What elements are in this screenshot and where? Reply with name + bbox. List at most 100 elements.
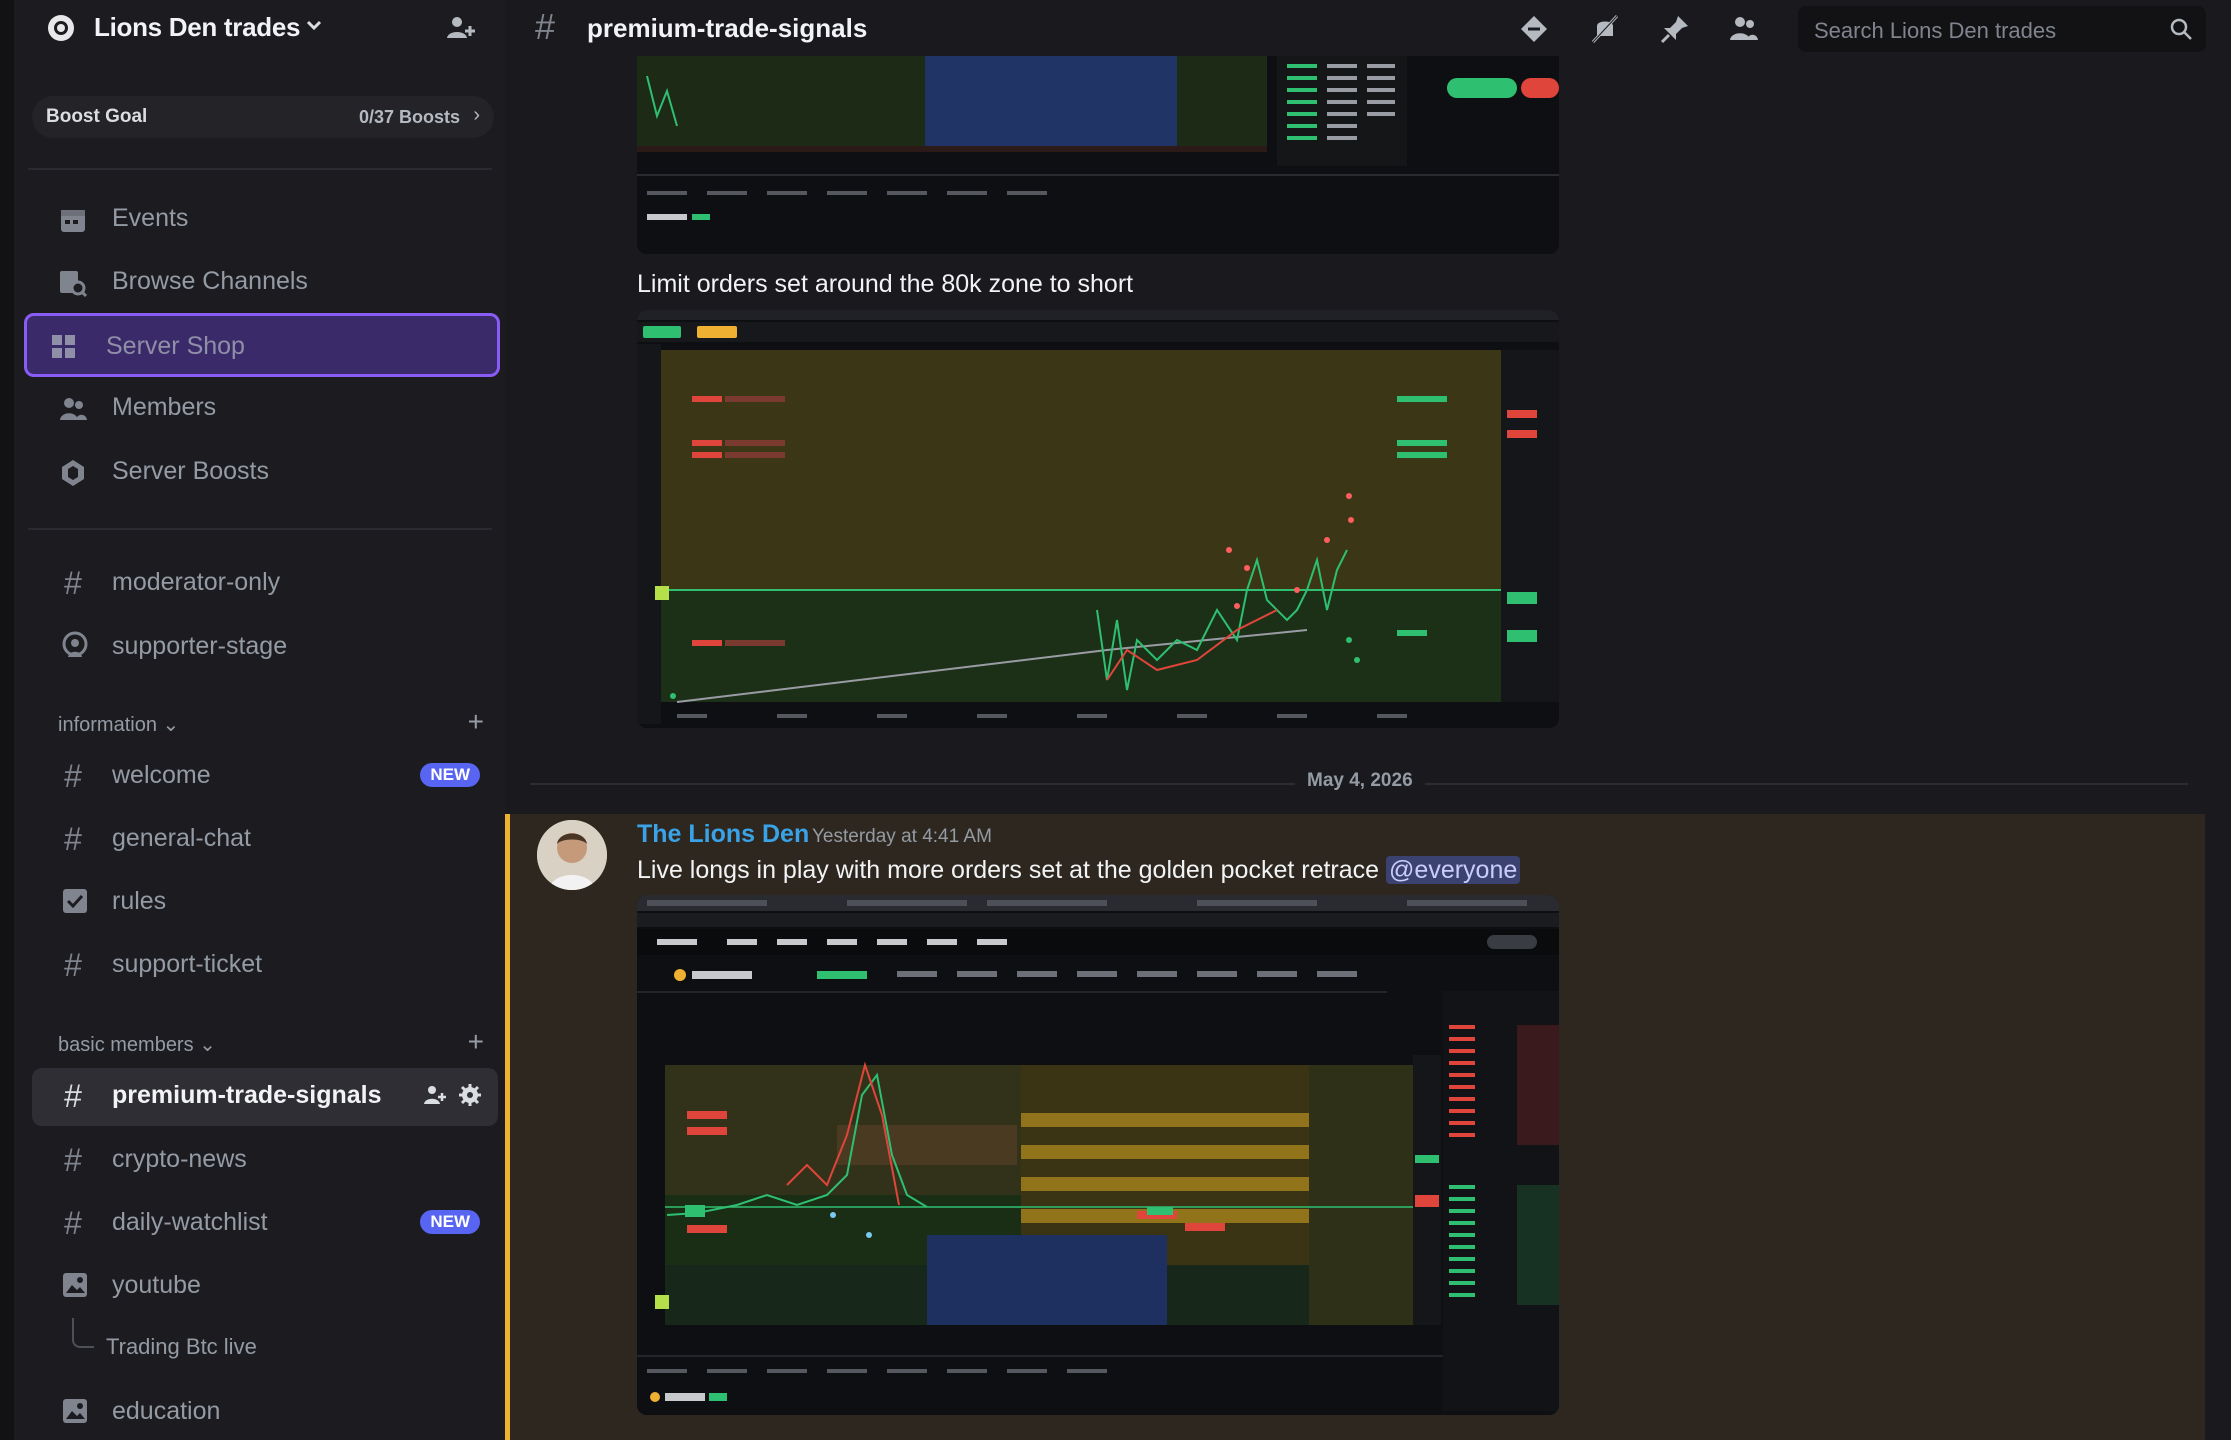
mute-bell-icon[interactable] <box>1588 12 1622 46</box>
add-channel-icon[interactable]: + <box>468 706 484 738</box>
channel-label: general-chat <box>112 824 251 852</box>
search-placeholder: Search Lions Den trades <box>1814 18 2057 43</box>
media-channel-icon <box>63 1399 87 1423</box>
hash-icon: # <box>64 947 82 983</box>
nav-label: Members <box>112 393 217 421</box>
thread-trading-btc-live[interactable]: Trading Btc live <box>32 1318 498 1372</box>
message-text: Live longs in play with more orders set … <box>637 856 1521 885</box>
server-name[interactable]: Lions Den trades <box>94 12 300 43</box>
category-label: information ⌄ <box>58 714 180 736</box>
category-label: basic members ⌄ <box>58 1034 216 1056</box>
channel-general-chat[interactable]: # general-chat <box>32 811 498 865</box>
channel-label: support-ticket <box>112 950 263 978</box>
channel-welcome[interactable]: # welcome NEW <box>32 748 498 802</box>
everyone-mention[interactable]: @everyone <box>1386 856 1521 884</box>
nav-members[interactable]: Members <box>32 380 498 436</box>
server-header[interactable]: Lions Den trades <box>14 0 505 56</box>
chart-screenshot-attachment[interactable] <box>637 310 1559 728</box>
channel-rules[interactable]: rules <box>32 874 498 928</box>
new-badge: NEW <box>420 763 480 787</box>
shop-icon <box>52 335 75 358</box>
locked-channel-icon: # <box>64 565 82 601</box>
channel-label: welcome <box>112 761 211 789</box>
chevron-down-icon[interactable] <box>304 14 324 36</box>
avatar-image <box>537 820 607 890</box>
hash-icon: # <box>64 1078 82 1114</box>
channel-label: crypto-news <box>112 1145 247 1173</box>
nav-label: Events <box>112 204 189 232</box>
date-divider-label: May 4, 2026 <box>1295 770 1425 792</box>
boost-count: 0/37 Boosts <box>358 107 460 127</box>
thread-branch <box>72 1318 94 1348</box>
divider <box>28 528 492 530</box>
category-basic-members[interactable]: basic members ⌄ + <box>40 1026 492 1058</box>
search-icon <box>2170 18 2192 40</box>
channel-label: daily-watchlist <box>112 1208 268 1236</box>
chart-screenshot-image <box>637 56 1559 254</box>
server-icon <box>48 15 74 41</box>
chart-screenshot-attachment[interactable] <box>637 895 1559 1415</box>
rules-icon <box>63 889 87 913</box>
hash-icon: # <box>535 6 556 47</box>
settings-gear-icon[interactable] <box>458 1083 482 1107</box>
calendar-icon <box>61 210 85 232</box>
channel-label: premium-trade-signals <box>112 1081 382 1109</box>
channel-premium-trade-signals[interactable]: # premium-trade-signals <box>32 1068 498 1126</box>
message-timestamp: Yesterday at 4:41 AM <box>812 826 992 847</box>
channel-moderator-only[interactable]: # moderator-only <box>32 555 498 609</box>
chart-screenshot-image <box>637 310 1559 728</box>
nav-label: Browse Channels <box>112 267 308 295</box>
channel-label: moderator-only <box>112 568 281 596</box>
chevron-right-icon: › <box>473 104 480 126</box>
channel-label: rules <box>112 887 167 915</box>
category-information[interactable]: information ⌄ + <box>40 706 492 738</box>
hash-icon: # <box>64 1142 82 1178</box>
nav-label: Server Boosts <box>112 457 270 485</box>
message-area: Limit orders set around the 80k zone to … <box>505 56 2231 1440</box>
channel-supporter-stage[interactable]: supporter-stage <box>32 619 498 673</box>
nav-browse-channels[interactable]: Browse Channels <box>32 254 498 310</box>
invite-icon[interactable] <box>422 1083 446 1107</box>
chart-screenshot-attachment[interactable] <box>637 56 1559 254</box>
boost-icon <box>62 460 84 486</box>
channel-education[interactable]: education <box>32 1384 498 1438</box>
threads-icon[interactable] <box>1517 12 1551 46</box>
channel-youtube[interactable]: youtube <box>32 1258 498 1312</box>
channel-label: supporter-stage <box>112 632 288 660</box>
pin-icon[interactable] <box>1658 12 1692 46</box>
thread-label: Trading Btc live <box>106 1334 257 1359</box>
avatar[interactable] <box>537 820 607 890</box>
channel-label: education <box>112 1397 221 1425</box>
sidebar-panel: Lions Den trades Boost Goal 0/37 Boosts … <box>14 0 505 1440</box>
boost-goal-label: Boost Goal <box>46 106 148 127</box>
nav-events[interactable]: Events <box>32 191 498 247</box>
channel-actions <box>422 1083 482 1107</box>
chart-screenshot-image <box>637 895 1559 1415</box>
members-icon <box>60 398 87 420</box>
search-input[interactable]: Search Lions Den trades <box>1798 6 2206 52</box>
add-channel-icon[interactable]: + <box>468 1026 484 1058</box>
channel-crypto-news[interactable]: # crypto-news <box>32 1132 498 1186</box>
invite-members-icon[interactable] <box>444 12 476 44</box>
hash-icon: # <box>64 1205 82 1241</box>
nav-server-boosts[interactable]: Server Boosts <box>32 444 498 500</box>
boost-goal-bar[interactable]: Boost Goal 0/37 Boosts › <box>32 96 494 138</box>
channel-label: youtube <box>112 1271 201 1299</box>
new-badge: NEW <box>420 1210 480 1234</box>
message-body: Live longs in play with more orders set … <box>637 856 1380 884</box>
stage-icon <box>62 631 88 657</box>
channel-sidebar: Lions Den trades Boost Goal 0/37 Boosts … <box>0 0 505 1440</box>
channel-header: # premium-trade-signals Search Lions Den… <box>505 0 2231 56</box>
media-channel-icon <box>63 1273 87 1297</box>
message-author[interactable]: The Lions Den <box>637 820 809 849</box>
divider <box>28 168 492 170</box>
channel-daily-watchlist[interactable]: # daily-watchlist NEW <box>32 1195 498 1249</box>
hash-icon: # <box>64 821 82 857</box>
hash-icon: # <box>64 758 82 794</box>
channel-support-ticket[interactable]: # support-ticket <box>32 937 498 991</box>
nav-label: Server Shop <box>106 332 245 360</box>
member-list-icon[interactable] <box>1727 12 1761 46</box>
nav-server-shop[interactable]: Server Shop <box>24 313 500 377</box>
browse-channels-icon <box>60 271 88 298</box>
channel-title: premium-trade-signals <box>587 13 868 43</box>
